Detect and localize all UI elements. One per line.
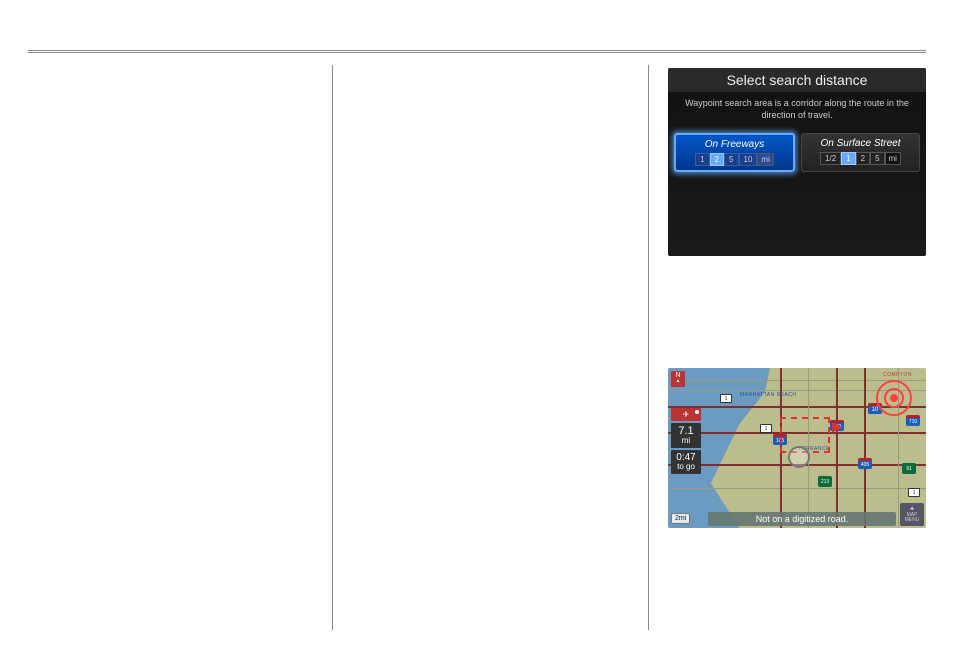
- dist-btn-5[interactable]: 5: [724, 153, 738, 166]
- destination-center: [890, 394, 898, 402]
- road-i110: [836, 368, 838, 528]
- option-on-freeways-distances: 1 2 5 10 mi: [680, 153, 789, 166]
- shield-sr1-c: 1: [908, 488, 920, 497]
- dist-unit-a: mi: [757, 153, 773, 166]
- trip-time: 0:47 to go: [671, 450, 701, 474]
- traffic-icon[interactable]: ✈: [671, 408, 701, 421]
- page-divider-b: [28, 52, 926, 53]
- dist-btn-10[interactable]: 10: [739, 153, 758, 166]
- panel-description: Waypoint search area is a corridor along…: [668, 92, 926, 127]
- trip-distance: 7.1 mi: [671, 423, 701, 448]
- shield-i405: 405: [858, 458, 872, 469]
- page-divider-a: [28, 50, 926, 51]
- column-separator-left: [332, 65, 333, 630]
- dist-btn-half[interactable]: 1/2: [820, 152, 841, 165]
- waypoint-flag-icon: ▶: [832, 418, 843, 435]
- map-menu-label: MAP MENU: [902, 513, 922, 523]
- shield-sr1-a: 1: [720, 394, 732, 403]
- column-separator-right: [648, 65, 649, 630]
- option-on-surface-street-distances: 1/2 1 2 5 mi: [806, 152, 915, 165]
- dist-btn-b-2[interactable]: 2: [856, 152, 870, 165]
- option-on-surface-street-label: On Surface Street: [806, 138, 915, 149]
- option-on-freeways[interactable]: On Freeways 1 2 5 10 mi: [674, 133, 795, 172]
- road: [668, 488, 926, 489]
- current-position-ring: [788, 446, 810, 468]
- dist-btn-b-1[interactable]: 1: [841, 152, 855, 165]
- select-search-distance-panel: Select search distance Waypoint search a…: [668, 68, 926, 256]
- trip-time-label: to go: [673, 463, 699, 472]
- shield-sr213: 213: [818, 476, 832, 487]
- map-scale[interactable]: 2mi: [671, 513, 690, 524]
- road-i710: [864, 368, 866, 528]
- option-on-freeways-label: On Freeways: [680, 139, 789, 150]
- map-menu-button[interactable]: ✦ MAP MENU: [900, 503, 924, 526]
- dist-btn-2[interactable]: 2: [710, 153, 724, 166]
- destination-marker: [876, 380, 916, 420]
- city-label-manhattan-beach: MANHATTAN BEACH: [740, 392, 796, 398]
- city-label-compton: COMPTON: [883, 372, 912, 378]
- map-hud: ✈ 7.1 mi 0:47 to go: [671, 408, 701, 476]
- dist-btn-1[interactable]: 1: [695, 153, 709, 166]
- option-on-surface-street[interactable]: On Surface Street 1/2 1 2 5 mi: [801, 133, 920, 172]
- dist-btn-b-5[interactable]: 5: [870, 152, 884, 165]
- shield-sr91: 91: [902, 463, 916, 474]
- dist-unit-b: mi: [885, 152, 901, 165]
- north-arrow-icon[interactable]: N ▲: [671, 371, 685, 387]
- shield-sr1-b: 1: [760, 424, 772, 433]
- status-message: Not on a digitized road.: [708, 512, 896, 526]
- map-panel: MANHATTAN BEACH TORRANCE COMPTON 1 1 1 1…: [668, 368, 926, 528]
- trip-distance-unit: mi: [673, 437, 699, 446]
- panel-title: Select search distance: [668, 68, 926, 92]
